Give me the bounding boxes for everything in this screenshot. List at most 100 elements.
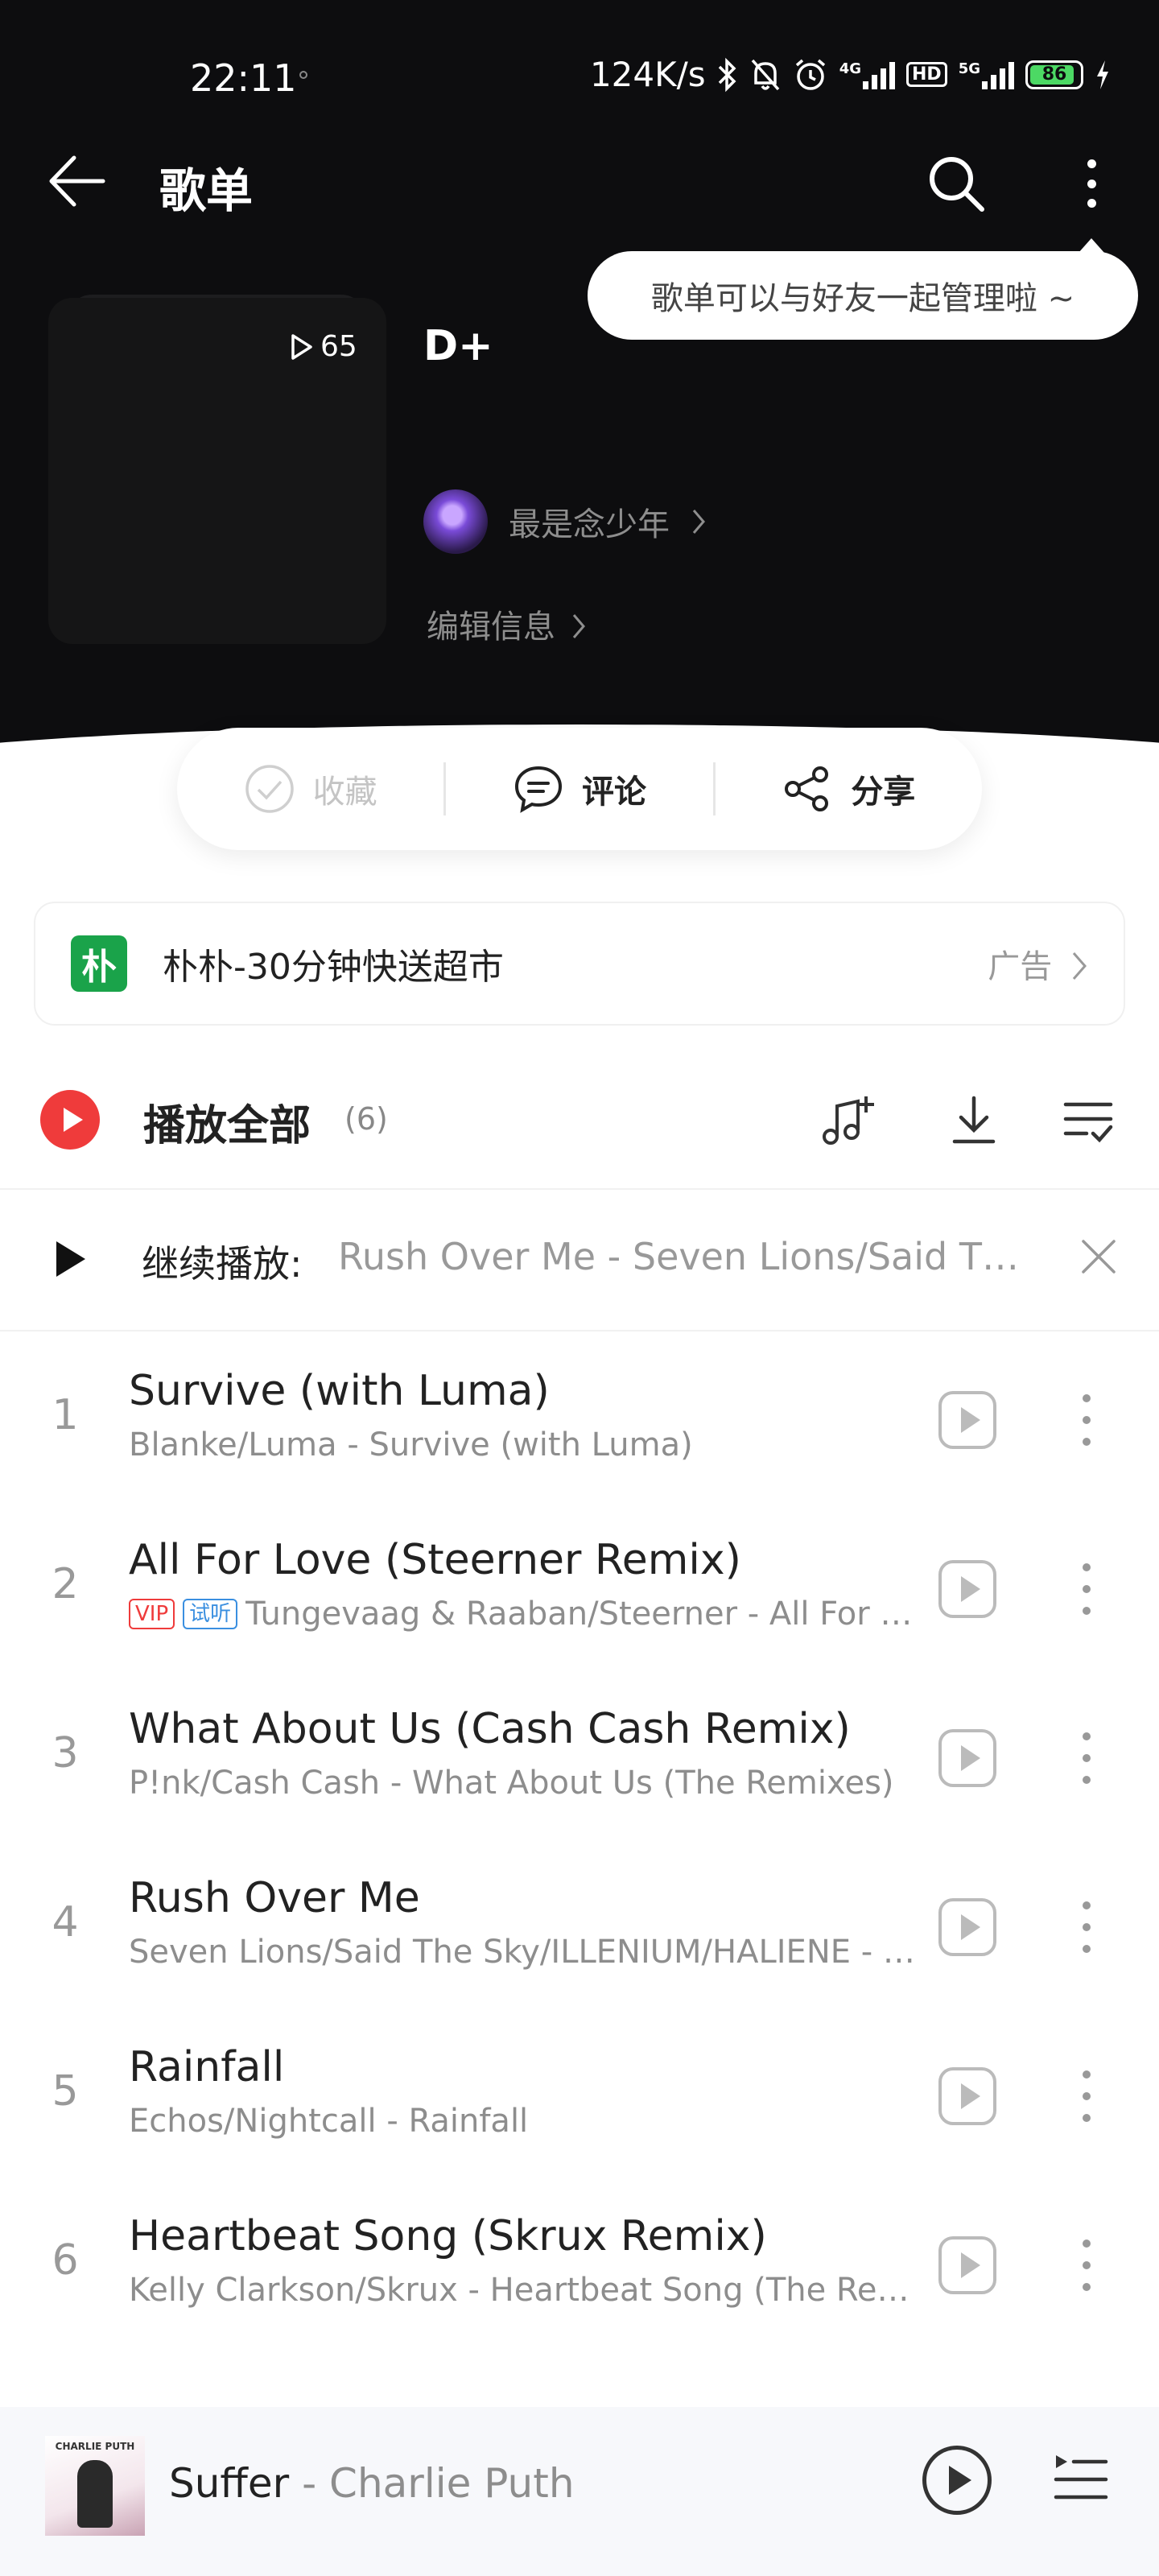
song-row[interactable]: 2 All For Love (Steerner Remix) VIP 试听 T… [0, 1505, 1159, 1674]
top-bar: 歌单 [0, 145, 1159, 218]
ad-banner[interactable]: 朴 朴朴-30分钟快送超市 广告 [34, 902, 1125, 1026]
song-subtitle: Kelly Clarkson/Skrux - Heartbeat Song (T… [129, 2272, 918, 2309]
divider [0, 1330, 1159, 1331]
net-speed: 124K/s [589, 55, 706, 94]
play-all-button[interactable]: 播放全部 [143, 1092, 311, 1152]
close-icon[interactable] [1079, 1236, 1119, 1277]
creator-avatar[interactable] [423, 489, 488, 554]
battery-icon: 86 [1025, 60, 1083, 89]
tooltip-text: 歌单可以与好友一起管理啦 ~ [650, 280, 1075, 317]
download-icon[interactable] [945, 1092, 1003, 1150]
comment-button[interactable]: 评论 [446, 763, 712, 815]
hd-voice-icon: HD [906, 62, 947, 87]
play-all-icon[interactable] [40, 1090, 100, 1150]
mini-player-cover[interactable]: CHARLIE PUTH [45, 2436, 145, 2536]
song-index: 5 [52, 2067, 79, 2116]
back-arrow-icon[interactable] [47, 153, 111, 209]
status-bar: 22:11 124K/s 4G HD 5G 86 [0, 48, 1159, 113]
video-play-icon[interactable] [938, 2236, 996, 2294]
ad-logo: 朴 [71, 935, 127, 992]
ad-tag[interactable]: 广告 [988, 940, 1088, 987]
song-index: 2 [52, 1560, 79, 1608]
playlist-name[interactable]: D+ [423, 322, 493, 370]
net-type-5g: 5G [958, 60, 980, 77]
check-circle-icon [245, 765, 294, 813]
more-options-icon[interactable] [1070, 153, 1112, 214]
song-title[interactable]: Rush Over Me [129, 1874, 420, 1922]
video-play-icon[interactable] [938, 1391, 996, 1449]
song-title[interactable]: Heartbeat Song (Skrux Remix) [129, 2212, 767, 2260]
cover-figure [77, 2460, 113, 2528]
more-options-icon[interactable] [1070, 2064, 1103, 2128]
play-count-icon [291, 333, 312, 360]
resume-play-icon[interactable] [56, 1241, 85, 1277]
video-play-icon[interactable] [938, 1729, 996, 1787]
more-options-icon[interactable] [1070, 1557, 1103, 1621]
action-bar: 收藏 评论 分享 [177, 728, 982, 850]
mute-bell-icon [751, 59, 779, 90]
resume-bar[interactable]: 继续播放: Rush Over Me - Seven Lions/Said Th… [0, 1191, 1159, 1328]
video-play-icon[interactable] [938, 2067, 996, 2125]
playlist-header-background: 65 D+ 最是念少年 编辑信息 [0, 0, 1159, 773]
more-options-icon[interactable] [1070, 1388, 1103, 1452]
song-title[interactable]: All For Love (Steerner Remix) [129, 1536, 741, 1584]
chevron-right-icon [572, 614, 585, 638]
now-playing-title: Suffer [169, 2460, 290, 2507]
net-type-4g: 4G [839, 60, 861, 77]
comment-icon [514, 766, 562, 813]
ad-tag-label: 广告 [988, 948, 1053, 985]
collab-tooltip[interactable]: 歌单可以与好友一起管理啦 ~ [588, 238, 1138, 340]
edit-info-label[interactable]: 编辑信息 [427, 609, 555, 646]
song-index: 1 [52, 1391, 79, 1439]
multi-select-icon[interactable] [1059, 1092, 1117, 1150]
song-index: 3 [52, 1729, 79, 1777]
play-count-value: 65 [320, 330, 357, 363]
status-time: 22:11 [190, 56, 297, 100]
share-button[interactable]: 分享 [716, 763, 982, 815]
status-indicator-icon [299, 71, 307, 79]
video-play-icon[interactable] [938, 1560, 996, 1618]
share-label: 分享 [851, 774, 916, 811]
song-row[interactable]: 5 Rainfall Echos/Nightcall - Rainfall [0, 2013, 1159, 2182]
now-playing-separator: - [289, 2460, 330, 2507]
resume-song[interactable]: Rush Over Me - Seven Lions/Said The Sky/… [338, 1235, 1022, 1278]
song-subtitle-text: P!nk/Cash Cash - What About Us (The Remi… [129, 1765, 894, 1802]
song-row[interactable]: 6 Heartbeat Song (Skrux Remix) Kelly Cla… [0, 2182, 1159, 2351]
song-subtitle-text: Seven Lions/Said The Sky/ILLENIUM/HALIEN… [129, 1934, 918, 1971]
creator-link[interactable]: 最是念少年 [423, 489, 707, 554]
song-list: 1 Survive (with Luma) Blanke/Luma - Surv… [0, 1336, 1159, 2351]
edit-info-link[interactable]: 编辑信息 [427, 601, 587, 647]
song-subtitle-text: Kelly Clarkson/Skrux - Heartbeat Song (T… [129, 2272, 918, 2309]
cover-caption: CHARLIE PUTH [55, 2441, 135, 2452]
song-index: 6 [52, 2236, 79, 2285]
video-play-icon[interactable] [938, 1898, 996, 1956]
status-icons: 124K/s 4G HD 5G 86 [590, 55, 1111, 94]
song-title[interactable]: Survive (with Luma) [129, 1367, 550, 1415]
creator-name[interactable]: 最是念少年 [509, 498, 670, 545]
song-title[interactable]: Rainfall [129, 2043, 284, 2091]
mini-player[interactable]: CHARLIE PUTH Suffer - Charlie Puth [0, 2407, 1159, 2576]
song-subtitle-text: Blanke/Luma - Survive (with Luma) [129, 1426, 693, 1463]
now-playing-artist: Charlie Puth [329, 2460, 575, 2507]
song-subtitle: Seven Lions/Said The Sky/ILLENIUM/HALIEN… [129, 1934, 918, 1971]
song-row[interactable]: 1 Survive (with Luma) Blanke/Luma - Surv… [0, 1336, 1159, 1505]
divider [0, 1188, 1159, 1190]
more-options-icon[interactable] [1070, 2233, 1103, 2297]
song-subtitle-text: Tungevaag & Raaban/Steerner - All For Lo… [245, 1596, 918, 1633]
song-row[interactable]: 3 What About Us (Cash Cash Remix) P!nk/C… [0, 1674, 1159, 1843]
ad-text: 朴朴-30分钟快送超市 [163, 947, 504, 988]
now-playing[interactable]: Suffer - Charlie Puth [169, 2460, 575, 2507]
more-options-icon[interactable] [1070, 1726, 1103, 1790]
collect-button[interactable]: 收藏 [177, 763, 443, 815]
search-icon[interactable] [926, 153, 987, 214]
play-pause-icon[interactable] [922, 2446, 992, 2515]
song-subtitle: Echos/Nightcall - Rainfall [129, 2103, 918, 2140]
song-title[interactable]: What About Us (Cash Cash Remix) [129, 1705, 851, 1753]
more-options-icon[interactable] [1070, 1895, 1103, 1959]
vip-badge: VIP [129, 1599, 175, 1629]
play-count: 65 [290, 330, 357, 363]
song-row[interactable]: 4 Rush Over Me Seven Lions/Said The Sky/… [0, 1843, 1159, 2013]
add-music-icon[interactable] [818, 1092, 876, 1150]
playlist-queue-icon[interactable] [1053, 2449, 1109, 2510]
resume-label: 继续播放: [142, 1242, 303, 1286]
